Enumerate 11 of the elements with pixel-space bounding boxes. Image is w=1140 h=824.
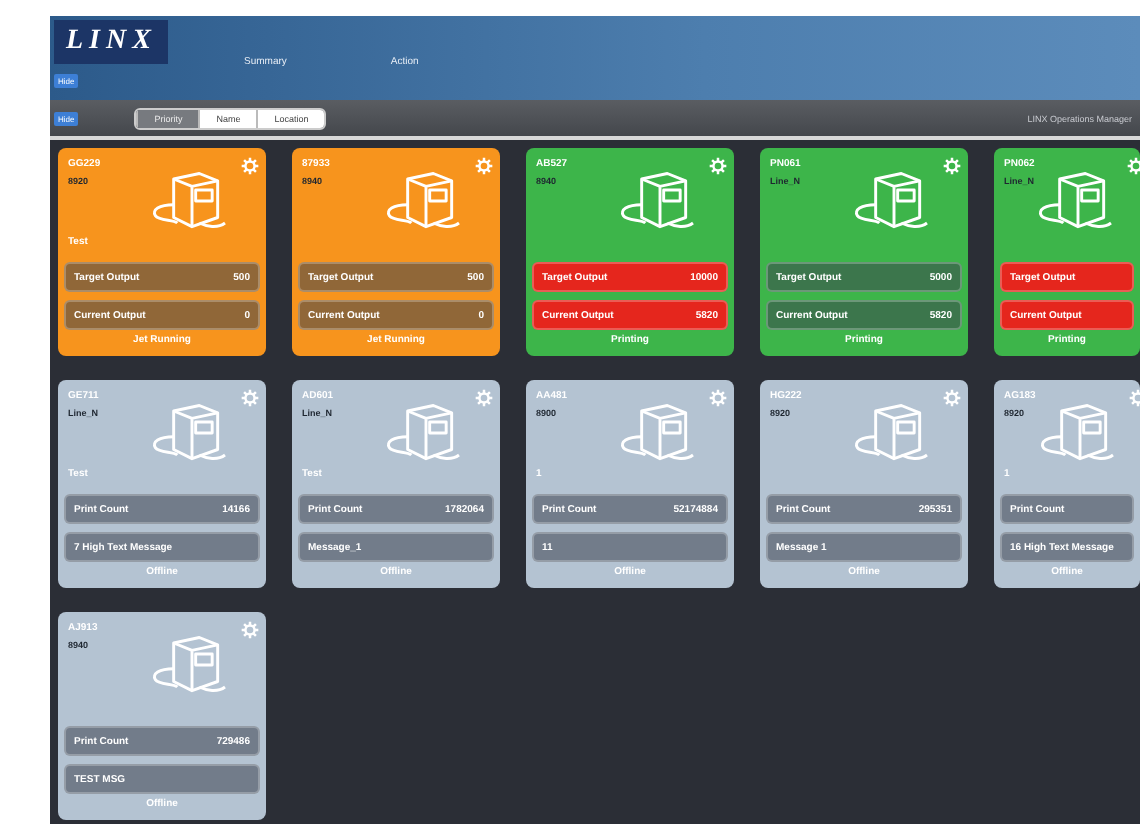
settings-icon[interactable] [474,156,494,176]
settings-icon[interactable] [474,388,494,408]
settings-icon[interactable] [240,388,260,408]
linx-logo: LINX [54,20,169,64]
settings-icon[interactable] [1126,156,1140,176]
settings-icon[interactable] [942,388,962,408]
settings-icon[interactable] [942,156,962,176]
settings-icon[interactable] [708,156,728,176]
settings-icon[interactable] [240,156,260,176]
settings-icon[interactable] [240,620,260,640]
settings-icon[interactable] [708,388,728,408]
